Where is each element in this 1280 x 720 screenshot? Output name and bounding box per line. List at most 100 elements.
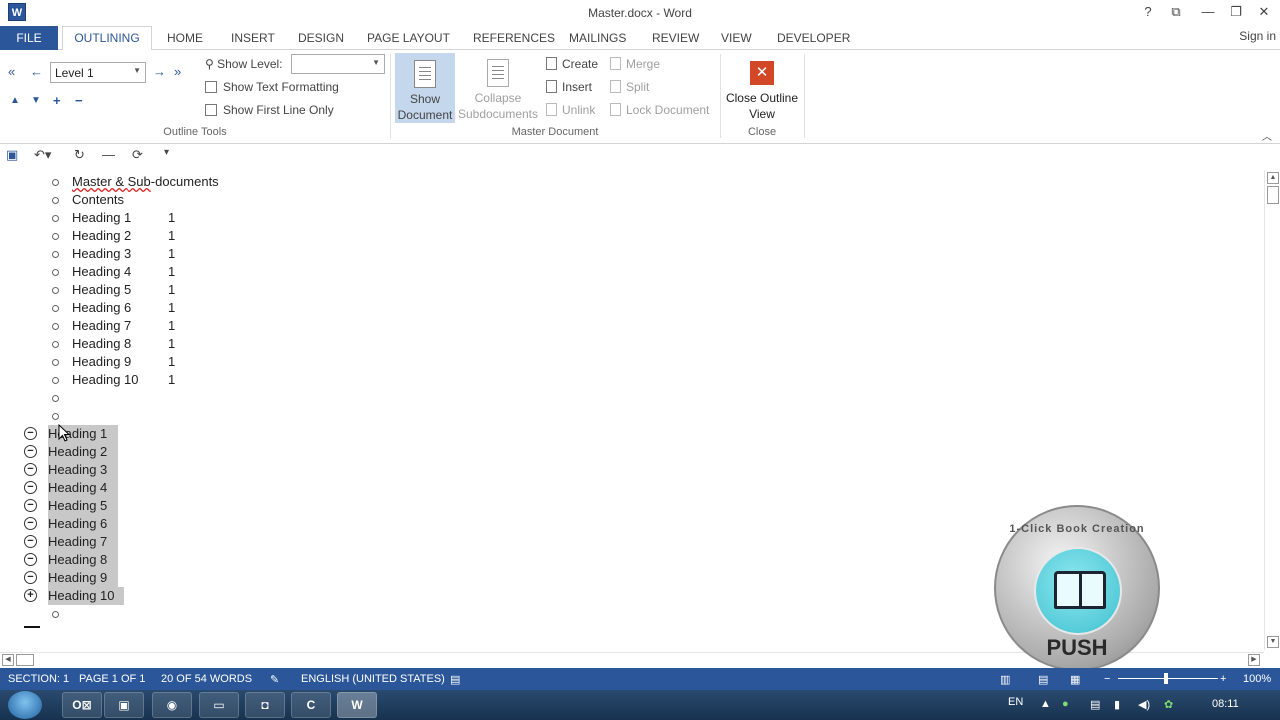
zoom-slider-thumb[interactable] [1164,673,1168,684]
collapse-heading-icon[interactable]: − [24,571,37,584]
section-indicator[interactable]: SECTION: 1 [8,673,69,685]
show-first-line-only-checkbox[interactable] [205,104,217,116]
outline-bullet[interactable] [52,395,59,402]
toc-entry[interactable]: Heading 3 [72,245,131,263]
split-button[interactable]: Split [610,80,649,94]
toc-entry[interactable]: Heading 10 [72,371,139,389]
collapse-ribbon-icon[interactable]: ︿ [1262,128,1272,143]
read-mode-icon[interactable]: ▥ [1000,673,1010,686]
scroll-down-icon[interactable]: ▼ [1267,636,1279,648]
outline-bullet[interactable] [52,197,59,204]
save-icon[interactable]: ▣ [6,147,18,163]
help-button[interactable]: ? [1136,3,1160,21]
tab-view[interactable]: VIEW [721,29,752,50]
outline-level-select[interactable]: Level 1 ▼ [50,62,146,83]
heading-line[interactable]: Heading 6 [48,515,118,533]
language-indicator[interactable]: ENGLISH (UNITED STATES) [301,673,445,685]
show-hidden-icons-icon[interactable]: ▲ [1040,698,1051,710]
outline-bullet[interactable] [52,305,59,312]
expand-heading-icon[interactable]: + [24,589,37,602]
volume-icon[interactable]: ◀) [1138,698,1150,711]
recorder-taskbar-icon[interactable]: ◘ [245,692,285,718]
toc-entry[interactable]: Heading 9 [72,353,131,371]
tab-review[interactable]: REVIEW [652,29,699,50]
tab-developer[interactable]: DEVELOPER [777,29,850,50]
zoom-in-button[interactable]: + [1220,673,1226,685]
insert-subdocument-button[interactable]: Insert [546,80,592,94]
language-tray[interactable]: EN [1008,696,1023,708]
heading-line[interactable]: Heading 9 [48,569,118,587]
unlink-button[interactable]: Unlink [546,103,595,117]
refresh-icon[interactable]: ⟳ [132,147,143,163]
outline-bullet[interactable] [52,341,59,348]
heading-line[interactable]: Heading 4 [48,479,118,497]
lock-document-button[interactable]: Lock Document [610,103,709,117]
collapse-heading-icon[interactable]: − [24,499,37,512]
heading-line[interactable]: Heading 2 [48,443,118,461]
toc-entry[interactable]: Heading 8 [72,335,131,353]
close-outline-view-button[interactable]: ✕ Close Outline View [724,53,800,123]
heading-line[interactable]: Heading 3 [48,461,118,479]
toc-entry[interactable]: Heading 2 [72,227,131,245]
outline-bullet[interactable] [52,323,59,330]
outline-bullet[interactable] [52,611,59,618]
zoom-out-button[interactable]: − [1104,673,1110,685]
tab-home[interactable]: HOME [167,29,203,50]
collapse-heading-icon[interactable]: − [24,481,37,494]
collapse-heading-icon[interactable]: − [24,445,37,458]
show-text-formatting-checkbox[interactable] [205,81,217,93]
page-indicator[interactable]: PAGE 1 OF 1 [79,673,145,685]
tray-app-icon[interactable]: ● [1062,698,1069,710]
toc-entry[interactable]: Heading 7 [72,317,131,335]
move-up-icon[interactable]: ▲ [10,95,20,106]
outlook-taskbar-icon[interactable]: O⊠ [62,692,102,718]
toc-entry[interactable]: Heading 6 [72,299,131,317]
outline-bullet[interactable] [52,413,59,420]
heading-line[interactable]: Heading 7 [48,533,118,551]
start-button[interactable] [8,691,42,719]
network-signal-icon[interactable]: ▮ [1114,698,1120,711]
camtasia-taskbar-icon[interactable]: C [291,692,331,718]
tray-green-icon[interactable]: ✿ [1164,698,1173,711]
macro-recording-icon[interactable]: ▤ [450,673,460,686]
collapse-subdocuments-button[interactable]: Collapse Subdocuments [457,53,539,123]
zoom-slider[interactable] [1118,678,1218,679]
tab-page-layout[interactable]: PAGE LAYOUT [367,29,450,50]
collapse-heading-icon[interactable]: − [24,535,37,548]
collapse-heading-icon[interactable]: − [24,517,37,530]
customize-qat-icon[interactable]: ▾ [164,147,169,158]
toc-entry[interactable]: Heading 1 [72,209,131,227]
outline-bullet[interactable] [52,215,59,222]
zoom-level[interactable]: 100% [1243,673,1271,685]
store-taskbar-icon[interactable]: ▣ [104,692,144,718]
show-text-formatting-option[interactable]: Show Text Formatting [205,80,339,94]
outline-bullet[interactable] [52,179,59,186]
create-button[interactable]: Create [546,57,598,71]
outline-bullet[interactable] [52,233,59,240]
move-down-icon[interactable]: ▼ [31,95,41,106]
show-first-line-only-option[interactable]: Show First Line Only [205,103,334,117]
toc-entry[interactable]: Heading 5 [72,281,131,299]
demote-to-body-text-icon[interactable]: » [174,64,181,79]
tab-insert[interactable]: INSERT [231,29,275,50]
clock[interactable]: 08:11 [1212,698,1239,710]
print-layout-icon[interactable]: ▤ [1038,673,1048,686]
explorer-taskbar-icon[interactable]: ▭ [199,692,239,718]
word-taskbar-icon[interactable]: W [337,692,377,718]
collapse-heading-icon[interactable]: − [24,463,37,476]
outline-bullet[interactable] [52,269,59,276]
heading-line[interactable]: Heading 5 [48,497,118,515]
promote-to-heading1-icon[interactable]: « [8,64,15,79]
promote-icon[interactable]: ← [30,64,43,79]
collapse-heading-icon[interactable]: − [24,427,37,440]
web-layout-icon[interactable]: ▦ [1070,673,1080,686]
tab-outlining[interactable]: OUTLINING [62,26,152,51]
outline-bullet[interactable] [52,377,59,384]
outline-bullet[interactable] [52,251,59,258]
heading-line[interactable]: Heading 8 [48,551,118,569]
vertical-scrollbar[interactable]: ▲ ▼ [1264,170,1280,650]
tab-references[interactable]: REFERENCES [473,29,555,50]
redo-icon[interactable]: ↻ [74,147,85,163]
merge-button[interactable]: Merge [610,57,660,71]
tray-network-app-icon[interactable]: ▤ [1090,698,1100,711]
